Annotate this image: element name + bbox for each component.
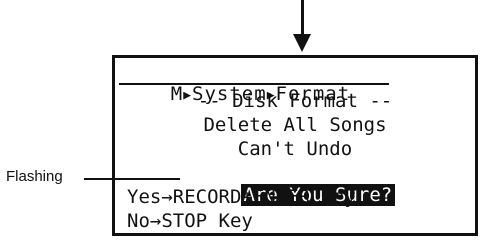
disk-format-heading: -- Disk Format -- xyxy=(197,90,393,112)
no-option: No→STOP Key xyxy=(127,210,253,232)
warning-text: Delete All Songs xyxy=(203,114,387,136)
pointer-arrow-shaft xyxy=(301,0,304,34)
pointer-arrow-icon xyxy=(293,34,311,52)
undo-warning-text: Can't Undo xyxy=(237,138,353,160)
yes-option: Yes→RECORD+ENTER Key xyxy=(127,186,356,208)
breadcrumb-underline xyxy=(119,83,389,85)
lcd-display: M▶System▶Format -- Disk Format -- Delete… xyxy=(112,55,478,236)
flashing-callout-label: Flashing xyxy=(6,168,63,185)
flashing-callout-line xyxy=(84,178,180,180)
